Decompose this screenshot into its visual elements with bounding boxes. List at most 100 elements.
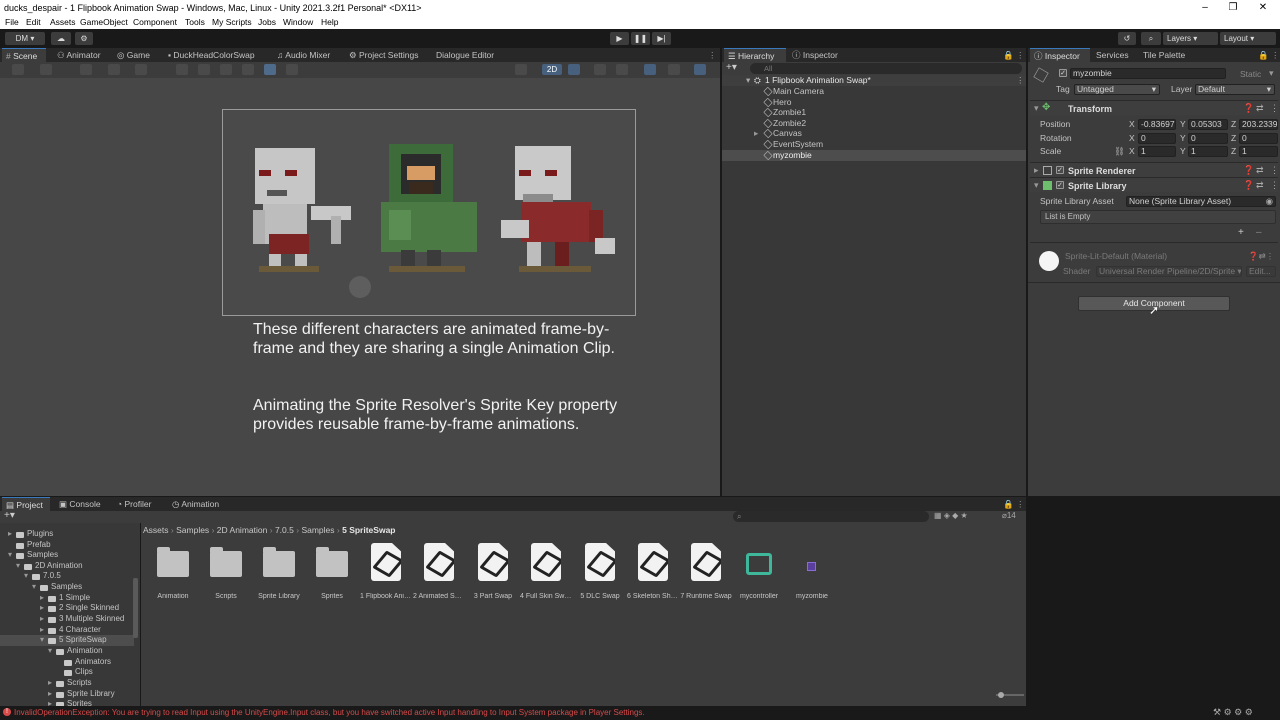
menu-gameobject[interactable]: GameObject [80,17,128,27]
draw-mode-icon[interactable] [12,64,24,75]
lighting-icon[interactable] [515,64,527,75]
tree-scrollbar[interactable] [133,578,138,638]
transform-tool-icon[interactable] [286,64,298,75]
shader-dropdown[interactable]: Universal Render Pipeline/2D/Sprite ▾ [1096,266,1242,277]
chevron-down-icon[interactable]: ▾ [48,646,52,657]
chevron-right-icon[interactable]: ▸ [40,625,44,636]
help-icon[interactable]: ❓ [1243,165,1254,176]
breadcrumb-item-current[interactable]: 5 SpriteSwap [342,525,395,535]
sprite-renderer-enabled-checkbox[interactable]: ✓ [1056,166,1064,174]
hierarchy-item[interactable]: Zombie1 [722,107,1026,118]
scene-row[interactable]: ▾ ⛭ 1 Flipbook Animation Swap* ⋮ [722,75,1026,86]
position-z-field[interactable]: 203.2339 [1239,119,1278,130]
project-search-input[interactable]: ⌕ [733,511,929,522]
tree-item[interactable]: Animators [0,657,134,668]
chevron-down-icon[interactable]: ▾ [32,582,36,593]
pause-button[interactable]: ❚❚ [631,32,650,45]
scale-tool-icon[interactable] [242,64,254,75]
transform-header[interactable]: ▾ ✥ Transform ❓ ⇄ ⋮ [1030,100,1279,115]
create-button[interactable]: +▾ [4,510,15,521]
tree-item[interactable]: ▸ Sprite Library [0,689,134,700]
hierarchy-item[interactable]: EventSystem [722,139,1026,150]
menu-component[interactable]: Component [133,17,177,27]
more-icon[interactable]: ⋮ [1016,75,1025,86]
active-checkbox[interactable]: ✓ [1059,69,1067,77]
tree-item[interactable]: ▸ Scripts [0,678,134,689]
link-icon[interactable]: ⛓ [1114,145,1125,157]
more-icon[interactable]: ⋮ [1270,165,1279,176]
tab-inspector-secondary[interactable]: ⓘ Inspector [792,48,838,62]
lock-icon[interactable]: 🔒 [1003,497,1014,511]
more-icon[interactable]: ⋮ [1270,180,1279,191]
chevron-down-icon[interactable]: ▾ [8,550,12,561]
gizmo-toggle-icon[interactable] [40,64,52,75]
tab-profiler[interactable]: ◔ Profiler [117,497,151,511]
asset-item[interactable]: Animation [147,543,199,600]
scale-y-field[interactable]: 1 [1188,146,1228,157]
tree-item[interactable]: ▸ 4 Character [0,625,134,636]
tab-hierarchy[interactable]: ☰ Hierarchy [724,48,786,62]
position-x-field[interactable]: -0.83697 [1138,119,1176,130]
tab-inspector[interactable]: ⓘ Inspector [1030,48,1090,62]
preset-icon[interactable]: ⇄ [1256,103,1264,114]
shader-edit-button[interactable]: Edit... [1246,266,1276,277]
chevron-right-icon[interactable]: ▸ [48,678,52,689]
menu-edit[interactable]: Edit [26,17,41,27]
tree-item[interactable]: ▸ Plugins [0,529,134,540]
rotation-x-field[interactable]: 0 [1138,133,1176,144]
breadcrumb-item[interactable]: Samples [301,525,334,535]
asset-item[interactable]: Sprites [306,543,358,600]
chevron-right-icon[interactable]: ▸ [40,614,44,625]
asset-item[interactable]: 1 Flipbook Animation Swap [360,543,412,600]
chevron-down-icon[interactable]: ▾ [1269,68,1274,79]
tab-dialogue-editor[interactable]: Dialogue Editor [436,48,494,62]
object-name-field[interactable]: myzombie [1070,68,1226,79]
more-icon[interactable]: ⋮ [1271,48,1280,62]
sprite-library-enabled-checkbox[interactable]: ✓ [1056,181,1064,189]
chevron-down-icon[interactable]: ▾ [24,571,28,582]
cloud-icon[interactable]: ☁ [51,32,71,45]
tab-project[interactable]: ▤ Project [2,497,50,511]
more-icon[interactable]: ⋮ [1016,497,1025,511]
help-icon[interactable]: ❓⇄⋮ [1248,250,1274,262]
more-icon[interactable]: ⋮ [1270,103,1279,114]
increment-snap-icon[interactable] [135,64,147,75]
breadcrumb-item[interactable]: Samples [176,525,209,535]
preset-icon[interactable]: ⇄ [1256,165,1264,176]
2d-mode-toggle[interactable]: 2D [542,64,562,75]
snap-icon[interactable] [108,64,120,75]
move-tool-icon[interactable] [198,64,210,75]
asset-item[interactable]: 6 Skeleton Sharing [627,543,679,600]
chevron-down-icon[interactable]: ▾ [16,561,20,572]
tab-animation[interactable]: ◷ Animation [172,497,219,511]
tab-console[interactable]: ▣ Console [59,497,101,511]
chevron-right-icon[interactable]: ▸ [40,603,44,614]
hierarchy-item[interactable]: ▸ Canvas [722,128,1026,139]
status-icons[interactable]: ⚒ ⚙ ⚙ ⚙ [1213,707,1253,718]
menu-help[interactable]: Help [321,17,338,27]
hierarchy-item-selected[interactable]: myzombie [722,150,1026,161]
grid-icon[interactable] [80,64,92,75]
chevron-right-icon[interactable]: ▸ [40,593,44,604]
rotate-tool-icon[interactable] [220,64,232,75]
hand-tool-icon[interactable] [176,64,188,75]
layer-dropdown[interactable]: Default ▾ [1195,84,1275,95]
collab-icon[interactable]: ⚙ [75,32,93,45]
more-icon[interactable]: ⋮ [708,48,717,62]
tab-animator[interactable]: ⚇ Animator [57,48,101,62]
audio-toggle-icon[interactable] [594,64,606,75]
tag-dropdown[interactable]: Untagged ▾ [1074,84,1160,95]
hierarchy-search-input[interactable]: All [750,63,1022,74]
create-button[interactable]: +▾ [726,62,737,73]
sprite-library-header[interactable]: ▾ ✓ Sprite Library ❓ ⇄ ⋮ [1030,177,1279,192]
account-dropdown[interactable]: DM ▾ [5,32,45,45]
sprite-renderer-header[interactable]: ▸ ✓ Sprite Renderer ❓ ⇄ ⋮ [1030,162,1279,177]
camera-icon[interactable] [668,64,680,75]
asset-item[interactable]: 4 Full Skin Swap [520,543,572,600]
help-icon[interactable]: ❓ [1243,180,1254,191]
menu-my-scripts[interactable]: My Scripts [212,17,252,27]
asset-item[interactable]: 3 Part Swap [467,543,519,600]
tab-duckheadcolorswap[interactable]: ▪ DuckHeadColorSwap [168,48,255,62]
scene-view[interactable]: These different characters are animated … [0,78,720,496]
zoom-slider-handle[interactable] [998,692,1004,698]
